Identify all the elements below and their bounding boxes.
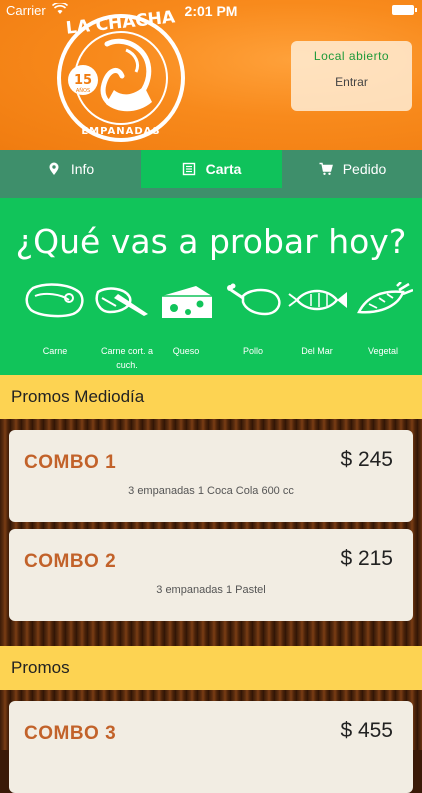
brand-years-word: AÑOS bbox=[76, 87, 90, 94]
fish-icon bbox=[288, 289, 347, 311]
tab-carta-label: Carta bbox=[205, 161, 242, 177]
combo-price: $ 455 bbox=[340, 719, 393, 742]
tab-carta[interactable]: Carta bbox=[141, 150, 282, 188]
combo-card-2[interactable]: COMBO 2 $ 215 3 empanadas 1 Pastel bbox=[9, 529, 413, 621]
section-title: Promos bbox=[11, 658, 70, 677]
category-pollo[interactable] bbox=[218, 282, 288, 318]
combo-card-3[interactable]: COMBO 3 $ 455 bbox=[9, 701, 413, 793]
pin-icon bbox=[49, 162, 59, 175]
combo-name: COMBO 1 bbox=[24, 452, 117, 473]
vegetable-icon bbox=[357, 282, 413, 314]
combo-name: COMBO 2 bbox=[24, 551, 117, 572]
brand-subtitle: EMPANADAS bbox=[81, 126, 160, 137]
category-vegetal[interactable] bbox=[348, 282, 418, 318]
category-label-carne: Carne bbox=[42, 346, 68, 356]
menu-list-icon bbox=[182, 162, 195, 176]
chicken-icon bbox=[227, 283, 281, 316]
battery-icon bbox=[392, 5, 417, 15]
tab-info[interactable]: Info bbox=[0, 150, 141, 188]
tab-bar: Info Carta Pedido bbox=[0, 150, 422, 198]
brand-years: 15 bbox=[74, 73, 92, 88]
store-status-card[interactable]: Local abierto Entrar bbox=[291, 41, 412, 111]
section-title: Promos Mediodía bbox=[11, 387, 145, 406]
category-label-pollo: Pollo bbox=[242, 346, 263, 356]
combo-name: COMBO 3 bbox=[24, 723, 117, 744]
cheese-icon bbox=[162, 286, 212, 318]
combo-price: $ 215 bbox=[340, 547, 393, 570]
category-queso[interactable] bbox=[151, 282, 221, 322]
cart-icon bbox=[319, 162, 333, 175]
brand-name: LA CHACHA bbox=[65, 7, 177, 38]
header: Carrier 2:01 PM 15 AÑOS LA CHACHA EMPANA… bbox=[0, 0, 422, 150]
steak-icon bbox=[25, 283, 84, 318]
section-header-promos: Promos bbox=[0, 646, 422, 690]
store-status-label: Local abierto bbox=[313, 49, 390, 63]
banner-title: ¿Qué vas a probar hoy? bbox=[15, 222, 407, 261]
tab-info-label: Info bbox=[70, 161, 95, 177]
tab-pedido-label: Pedido bbox=[342, 161, 387, 177]
enter-button[interactable]: Entrar bbox=[291, 75, 412, 89]
section-header-promos-mediodia: Promos Mediodía bbox=[0, 375, 422, 419]
combo-price: $ 245 bbox=[340, 448, 393, 471]
category-carne[interactable] bbox=[20, 282, 90, 318]
combo-description: 3 empanadas 1 Pastel bbox=[156, 584, 266, 596]
knife-meat-icon bbox=[95, 287, 148, 316]
menu-list: Promos Mediodía COMBO 1 $ 245 3 empanada… bbox=[0, 375, 422, 793]
combo-card-1[interactable]: COMBO 1 $ 245 3 empanadas 1 Coca Cola 60… bbox=[9, 430, 413, 522]
brand-logo: 15 AÑOS LA CHACHA EMPANADAS bbox=[57, 7, 185, 142]
combo-description: 3 empanadas 1 Coca Cola 600 cc bbox=[128, 485, 294, 497]
category-label-queso: Queso bbox=[172, 346, 200, 356]
category-label-vegetal: Vegetal bbox=[367, 346, 399, 356]
category-label-del-mar: Del Mar bbox=[301, 346, 333, 356]
category-del-mar[interactable] bbox=[282, 282, 352, 318]
category-banner: ¿Qué vas a probar hoy? Carne Carne cort.… bbox=[0, 198, 422, 375]
tab-pedido[interactable]: Pedido bbox=[282, 150, 422, 188]
category-carne-cortada[interactable] bbox=[87, 282, 157, 318]
